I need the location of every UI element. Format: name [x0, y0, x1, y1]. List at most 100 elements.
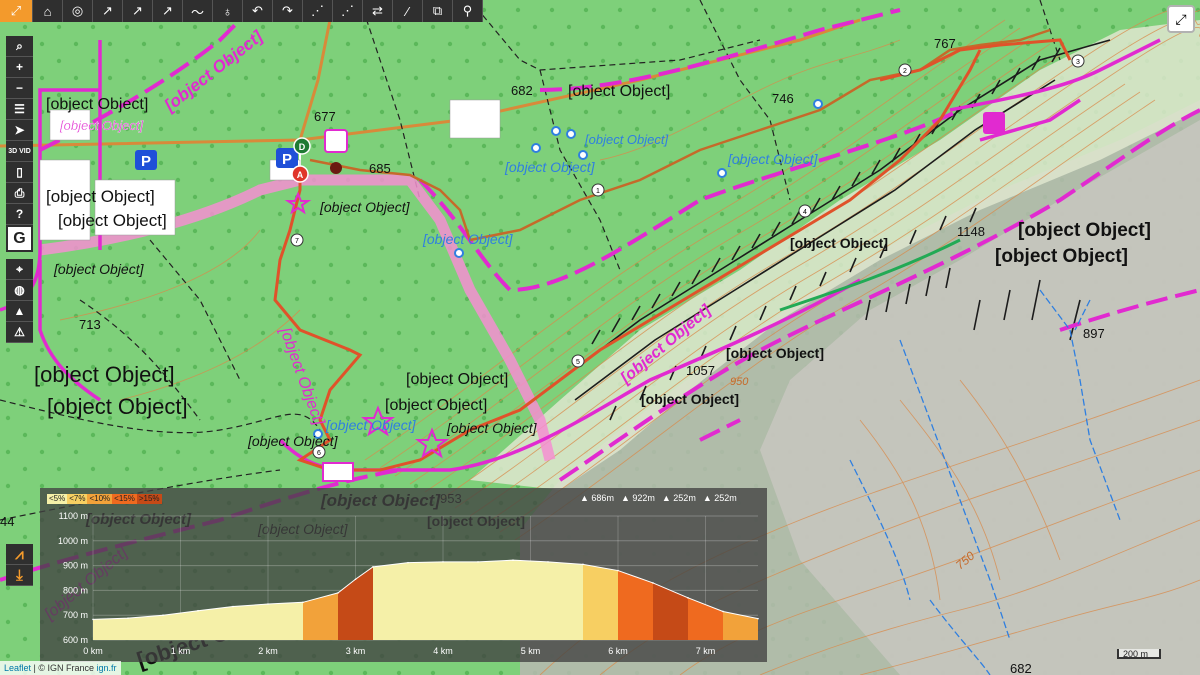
profile-segment — [163, 610, 198, 640]
profile-segment — [408, 561, 443, 640]
search-button[interactable]: ⌕ — [6, 36, 33, 57]
expand-icon[interactable]: ⤢ — [1167, 5, 1195, 33]
warning-button[interactable]: ⚠ — [6, 322, 33, 343]
measure-button[interactable]: ▲ — [6, 301, 33, 322]
profile-segment — [128, 615, 163, 640]
elevation-label: 685 — [369, 161, 391, 176]
profile-point — [162, 614, 164, 616]
mobile-button[interactable]: ▯ — [6, 162, 33, 183]
fullscreen-toggle-button[interactable]: ⤢ — [0, 0, 33, 22]
crosshair-button[interactable]: ⌖ — [6, 259, 33, 280]
place-label: [object Object] — [504, 159, 596, 175]
svg-text:5: 5 — [576, 359, 580, 366]
svg-text:6: 6 — [317, 450, 321, 457]
globe-button[interactable]: ◍ — [6, 280, 33, 301]
google-button[interactable]: G — [6, 225, 33, 252]
profile-point — [722, 610, 724, 613]
place-label: [object Object] — [47, 394, 188, 419]
profile-segment — [513, 560, 548, 640]
scale-bar: 200 m — [1117, 649, 1161, 659]
svg-text:P: P — [141, 153, 151, 170]
ign-link[interactable]: ign.fr — [97, 663, 117, 673]
download-button[interactable]: ⤓ — [6, 565, 33, 586]
svg-text:2: 2 — [903, 68, 907, 75]
zoom-in-button[interactable]: + — [6, 57, 33, 78]
summit-icon — [322, 462, 354, 482]
profile-point — [407, 561, 409, 564]
profile-segment — [198, 606, 233, 640]
undo-button[interactable]: ↶ — [243, 0, 273, 22]
x-tick-label: 7 km — [696, 646, 716, 656]
draw-line-button[interactable]: ↗ — [93, 0, 123, 22]
split-button[interactable]: ⁄ — [393, 0, 423, 22]
side-toolbar-profile: ⩘ ⤓ — [6, 544, 33, 586]
place-label: [object Object] — [446, 420, 538, 436]
reverse-button[interactable]: ⇄ — [363, 0, 393, 22]
profile-point — [617, 569, 619, 572]
place-label: [object Object] — [46, 96, 148, 113]
profile-point — [337, 592, 339, 594]
home-button[interactable]: ⌂ — [33, 0, 63, 22]
place-label: [object Object] — [1018, 220, 1151, 241]
elevation-label: 713 — [79, 317, 101, 332]
leaflet-link[interactable]: Leaflet — [4, 663, 31, 673]
layers-button[interactable]: ☰ — [6, 99, 33, 120]
pin-button[interactable]: ⚲ — [453, 0, 483, 22]
elevation-label: 746 — [772, 91, 794, 106]
elevation-label: 677 — [314, 109, 336, 124]
bike-button[interactable]: ♁ — [213, 0, 243, 22]
elevation-label: 1057 — [686, 363, 715, 378]
profile-segment — [303, 592, 338, 640]
profile-segment — [723, 611, 758, 640]
help-button[interactable]: ? — [6, 204, 33, 225]
place-label: [object Object] — [995, 246, 1128, 267]
profile-point — [92, 618, 94, 621]
attribution: Leaflet | © IGN France ign.fr — [0, 661, 121, 675]
elevation-label: 682 — [1010, 661, 1032, 675]
node-add-button[interactable]: ⋰ — [333, 0, 363, 22]
node-edit-button[interactable]: ⋰ — [303, 0, 333, 22]
draw-freehand-button[interactable]: 〜 — [183, 0, 213, 22]
profile-point — [477, 561, 479, 563]
profile-point — [127, 617, 129, 619]
profile-point — [547, 561, 549, 563]
y-tick-label: 1000 m — [58, 536, 88, 546]
redo-button[interactable]: ↷ — [273, 0, 303, 22]
side-toolbar-tools: ⌖ ◍ ▲ ⚠ — [6, 259, 33, 343]
place-label: [object Object] — [726, 345, 824, 361]
print-button[interactable]: ⎙ — [6, 183, 33, 204]
zoom-out-button[interactable]: − — [6, 78, 33, 99]
y-tick-label: 700 m — [63, 610, 88, 620]
profile-segment — [268, 602, 303, 640]
elevation-profile-panel[interactable]: <5% <7% <10% <15% >15% ▲ 686m ▲ 922m ▲ 252m ▲ 2… — [40, 488, 767, 662]
place-label: [object Object] — [406, 371, 508, 388]
draw-route-button[interactable]: ↗ — [153, 0, 183, 22]
3d-view-button[interactable]: 3D VID — [6, 141, 33, 162]
elevation-chart[interactable]: 1100 m 1000 m 900 m 800 m 700 m 600 m0 km 1 km… — [40, 488, 767, 662]
profile-point — [372, 566, 374, 568]
elevation-label: 897 — [1083, 326, 1105, 341]
profile-button[interactable]: ⩘ — [6, 544, 33, 565]
side-toolbar: ⌕ + − ☰ ➤ 3D VID ▯ ⎙? G — [6, 36, 33, 252]
y-tick-label: 1100 m — [59, 511, 88, 521]
profile-segment — [233, 604, 268, 640]
elevation-label: 1148 — [957, 224, 985, 239]
hide-track-button[interactable]: ◎ — [63, 0, 93, 22]
place-label: [object Object] — [34, 362, 175, 387]
x-tick-label: 3 km — [346, 646, 366, 656]
y-tick-label: 600 m — [63, 635, 88, 645]
x-tick-label: 4 km — [433, 646, 453, 656]
elevation-label: 767 — [934, 36, 956, 51]
x-tick-label: 0 km — [83, 646, 103, 656]
top-toolbar: ⤢ ⌂ ◎ ↗ ↗ ↗ 〜 ♁ ↶ ↷ ⋰ ⋰ ⇄ ⁄ ⧉ ⚲ — [0, 0, 483, 22]
place-label: [object Object] — [727, 151, 819, 167]
profile-point — [582, 563, 584, 566]
locate-button[interactable]: ➤ — [6, 120, 33, 141]
profile-point — [267, 603, 269, 605]
clone-button[interactable]: ⧉ — [423, 0, 453, 22]
y-tick-label: 900 m — [63, 561, 88, 571]
x-tick-label: 2 km — [258, 646, 278, 656]
place-label: [object Object] — [422, 231, 514, 247]
place-label: [object Object] — [319, 199, 411, 215]
draw-segment-button[interactable]: ↗ — [123, 0, 153, 22]
